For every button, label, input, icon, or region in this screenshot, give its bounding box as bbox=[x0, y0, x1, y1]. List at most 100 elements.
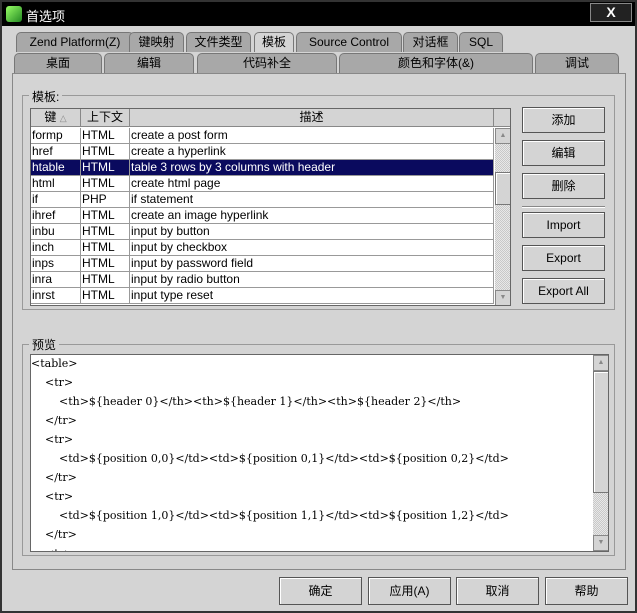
cell-description: input by button bbox=[130, 224, 494, 240]
cell-description: create html page bbox=[130, 176, 494, 192]
cell-description: if statement bbox=[130, 192, 494, 208]
preview-line: <td>${position 0,0}</td><td>${position 0… bbox=[31, 452, 509, 465]
scroll-thumb[interactable] bbox=[593, 371, 608, 493]
export-button[interactable]: Export bbox=[522, 245, 605, 271]
column-header-description[interactable]: 描述 bbox=[130, 109, 494, 127]
add-button[interactable]: 添加 bbox=[522, 107, 605, 133]
table-row[interactable]: inbu HTML input by button bbox=[31, 224, 494, 240]
column-header-context[interactable]: 上下文 bbox=[81, 109, 130, 127]
delete-button[interactable]: 删除 bbox=[522, 173, 605, 199]
table-row[interactable]: ihref HTML create an image hyperlink bbox=[31, 208, 494, 224]
cell-key: inch bbox=[31, 240, 81, 256]
preview-group-label: 预览 bbox=[29, 336, 60, 353]
cell-context: HTML bbox=[81, 256, 130, 272]
cell-context: HTML bbox=[81, 176, 130, 192]
edit-button[interactable]: 编辑 bbox=[522, 140, 605, 166]
preview-line: </tr> bbox=[31, 528, 77, 541]
cell-context: HTML bbox=[81, 288, 130, 304]
tab-3[interactable]: 模板 bbox=[254, 32, 294, 52]
cell-context: HTML bbox=[81, 240, 130, 256]
cell-context: HTML bbox=[81, 272, 130, 288]
cell-description: input by radio button bbox=[130, 272, 494, 288]
preview-line: <th>${header 0}</th><th>${header 1}</th>… bbox=[31, 395, 462, 408]
header-corner bbox=[494, 109, 510, 127]
preview-line: <tr> bbox=[31, 433, 74, 446]
cell-key: inbu bbox=[31, 224, 81, 240]
cell-description: input type reset bbox=[130, 288, 494, 304]
column-key-label: 键 bbox=[44, 110, 57, 124]
cell-context: HTML bbox=[81, 144, 130, 160]
tab-2[interactable]: 文件类型 bbox=[186, 32, 251, 52]
tab-row2-2[interactable]: 代码补全 bbox=[197, 53, 337, 73]
cell-key: if bbox=[31, 192, 81, 208]
templates-group-label: 模板: bbox=[29, 88, 63, 105]
title-bar: 首选项 X bbox=[2, 2, 635, 26]
table-row[interactable]: html HTML create html page bbox=[31, 176, 494, 192]
cell-context: HTML bbox=[81, 224, 130, 240]
sort-ascending-icon: △ bbox=[59, 113, 67, 123]
preview-line: </tr> bbox=[31, 471, 77, 484]
table-row[interactable]: inch HTML input by checkbox bbox=[31, 240, 494, 256]
cell-description: input by password field bbox=[130, 256, 494, 272]
cell-key: href bbox=[31, 144, 81, 160]
cell-description: input by checkbox bbox=[130, 240, 494, 256]
tab-6[interactable]: SQL bbox=[459, 32, 503, 52]
cell-key: inps bbox=[31, 256, 81, 272]
scroll-thumb[interactable] bbox=[495, 172, 510, 205]
scroll-up-icon[interactable]: ▲ bbox=[593, 355, 608, 371]
scroll-down-icon[interactable]: ▼ bbox=[495, 290, 510, 305]
apply-button[interactable]: 应用(A) bbox=[368, 577, 451, 605]
table-row[interactable]: inra HTML input by radio button bbox=[31, 272, 494, 288]
cell-description: create a post form bbox=[130, 128, 494, 144]
cancel-button[interactable]: 取消 bbox=[456, 577, 539, 605]
cell-key: formp bbox=[31, 128, 81, 144]
tab-row2-4[interactable]: 调试 bbox=[535, 53, 619, 73]
cell-key: inra bbox=[31, 272, 81, 288]
table-scrollbar[interactable]: ▲ ▼ bbox=[495, 128, 510, 305]
cell-context: HTML bbox=[81, 128, 130, 144]
tab-row2-0[interactable]: 桌面 bbox=[14, 53, 102, 73]
column-header-key[interactable]: 键 △ bbox=[31, 109, 81, 127]
table-row[interactable]: href HTML create a hyperlink bbox=[31, 144, 494, 160]
preview-line: <table> bbox=[31, 357, 78, 370]
preview-line: <td>${position 1,0}</td><td>${position 1… bbox=[31, 509, 509, 522]
cell-context: HTML bbox=[81, 160, 130, 176]
cell-key: ihref bbox=[31, 208, 81, 224]
cell-key: html bbox=[31, 176, 81, 192]
tab-1[interactable]: 键映射 bbox=[129, 32, 184, 52]
preview-scrollbar[interactable]: ▲ ▼ bbox=[593, 355, 608, 551]
cell-context: PHP bbox=[81, 192, 130, 208]
preview-line: <tr> bbox=[31, 490, 74, 503]
cell-key: htable bbox=[31, 160, 81, 176]
preview-line: <tr> bbox=[31, 547, 73, 551]
tab-0[interactable]: Zend Platform(Z) bbox=[16, 32, 134, 52]
scroll-up-icon[interactable]: ▲ bbox=[495, 128, 510, 144]
table-row[interactable]: if PHP if statement bbox=[31, 192, 494, 208]
table-row[interactable]: htable HTML table 3 rows by 3 columns with… bbox=[31, 160, 494, 176]
tab-4[interactable]: Source Control bbox=[296, 32, 402, 52]
table-row[interactable]: inps HTML input by password field bbox=[31, 256, 494, 272]
preview-line: </tr> bbox=[31, 414, 77, 427]
app-icon bbox=[6, 6, 22, 22]
tab-row2-1[interactable]: 编辑 bbox=[104, 53, 194, 73]
cell-context: HTML bbox=[81, 208, 130, 224]
help-button[interactable]: 帮助 bbox=[545, 577, 628, 605]
export-all-button[interactable]: Export All bbox=[522, 278, 605, 304]
cell-description: create an image hyperlink bbox=[130, 208, 494, 224]
table-row[interactable]: inrst HTML input type reset bbox=[31, 288, 494, 304]
cell-key: inrst bbox=[31, 288, 81, 304]
preview-text-area[interactable]: <table> <tr> <th>${header 0}</th><th>${h… bbox=[30, 354, 609, 552]
ok-button[interactable]: 确定 bbox=[279, 577, 362, 605]
preview-line: <tr> bbox=[31, 376, 74, 389]
tab-5[interactable]: 对话框 bbox=[403, 32, 458, 52]
cell-description: table 3 rows by 3 columns with header bbox=[130, 160, 494, 176]
cell-description: create a hyperlink bbox=[130, 144, 494, 160]
templates-table: 键 △ 上下文 描述 formp HTML create a post form hr… bbox=[30, 108, 511, 306]
table-row[interactable]: formp HTML create a post form bbox=[31, 128, 494, 144]
scroll-down-icon[interactable]: ▼ bbox=[593, 535, 608, 551]
import-button[interactable]: Import bbox=[522, 212, 605, 238]
tab-row2-3[interactable]: 颜色和字体(&) bbox=[339, 53, 533, 73]
close-button[interactable]: X bbox=[590, 3, 632, 22]
button-separator bbox=[522, 206, 605, 208]
window-title: 首选项 bbox=[26, 9, 66, 24]
